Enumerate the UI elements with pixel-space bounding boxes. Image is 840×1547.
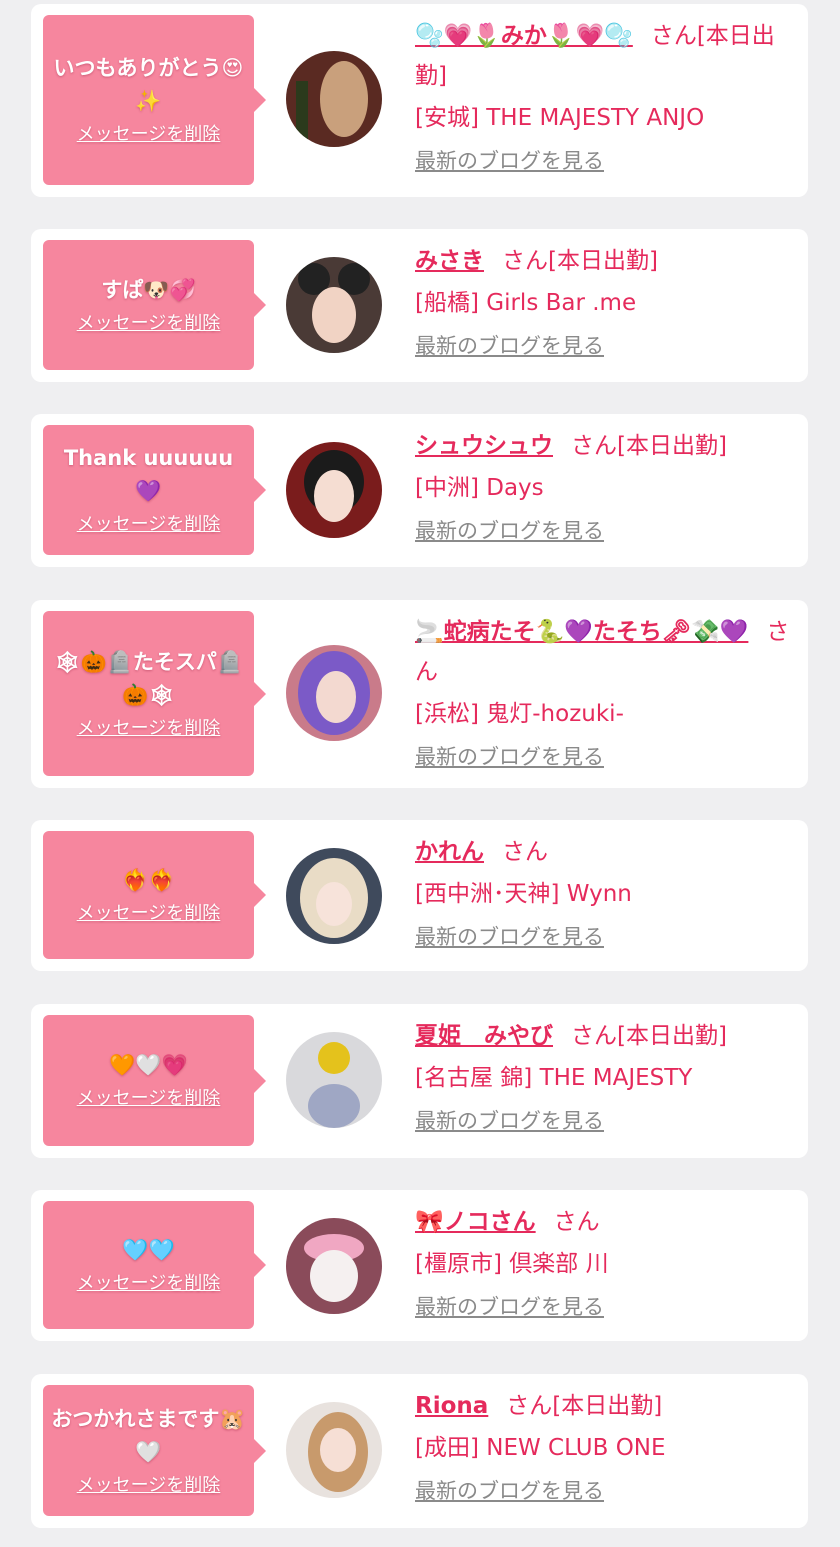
- shop-name: [船橋] Girls Bar .me: [415, 290, 637, 316]
- list-item: ❤️‍🔥❤️‍🔥 メッセージを削除 かれん さん [西中洲･天神] Wynn 最新…: [31, 820, 808, 971]
- latest-blog-link[interactable]: 最新のブログを見る: [415, 742, 604, 772]
- honorific: さん: [571, 433, 617, 459]
- cast-name-link[interactable]: みさき: [415, 248, 484, 274]
- honorific: さん: [506, 1393, 553, 1419]
- message-text: ❤️‍🔥❤️‍🔥: [122, 867, 175, 892]
- honorific: さん: [553, 1209, 600, 1235]
- cast-info: シュウシュウ さん[本日出勤] [中洲] Days 最新のブログを見る: [415, 426, 794, 546]
- message-bubble: すぱ🐶💞 メッセージを削除: [43, 240, 266, 370]
- delete-message-link[interactable]: メッセージを削除: [77, 1271, 221, 1297]
- latest-blog-link[interactable]: 最新のブログを見る: [415, 146, 604, 176]
- latest-blog-link[interactable]: 最新のブログを見る: [415, 1292, 604, 1322]
- cast-info: Riona さん[本日出勤] [成田] NEW CLUB ONE 最新のブログを見…: [415, 1386, 794, 1506]
- message-text: すぱ🐶💞: [101, 277, 196, 302]
- message-bubble: 🧡🤍💗 メッセージを削除: [43, 1015, 266, 1146]
- cast-info: みさき さん[本日出勤] [船橋] Girls Bar .me 最新のブログを見る: [415, 241, 794, 361]
- shop-name: [西中洲･天神] Wynn: [415, 881, 632, 907]
- shop-name: [安城] THE MAJESTY ANJO: [415, 105, 705, 131]
- latest-blog-link[interactable]: 最新のブログを見る: [415, 516, 604, 546]
- delete-message-link[interactable]: メッセージを削除: [77, 716, 221, 742]
- message-text: 🕸🎃🪦たそスパ🪦🎃🕸: [53, 649, 244, 707]
- latest-blog-link[interactable]: 最新のブログを見る: [415, 922, 604, 952]
- shop-name: [名古屋 錦] THE MAJESTY: [415, 1065, 693, 1091]
- latest-blog-link[interactable]: 最新のブログを見る: [415, 1476, 604, 1506]
- cast-info: 🚬蛇病たそ🐍💜たそち🗝💸💜 さん [浜松] 鬼灯-hozuki- 最新のブログを見…: [415, 612, 794, 772]
- cast-name-link[interactable]: かれん: [415, 839, 484, 865]
- message-bubble: おつかれさまです🐹🤍 メッセージを削除: [43, 1385, 266, 1516]
- list-item: おつかれさまです🐹🤍 メッセージを削除 Riona さん[本日出勤] [成田] N…: [31, 1374, 808, 1528]
- avatar[interactable]: [286, 51, 382, 147]
- list-item: すぱ🐶💞 メッセージを削除 みさき さん[本日出勤] [船橋] Girls Bar…: [31, 229, 808, 382]
- attendance-status: [本日出勤]: [617, 1023, 727, 1049]
- honorific: さん: [502, 248, 548, 274]
- cast-info: 🫧💗🌷みか🌷💗🫧 さん[本日出勤] [安城] THE MAJESTY ANJO 最…: [415, 16, 794, 176]
- honorific: さん: [650, 23, 697, 49]
- delete-message-link[interactable]: メッセージを削除: [77, 1086, 221, 1112]
- cast-info: 🎀ノコさん さん [橿原市] 倶楽部 川 最新のブログを見る: [415, 1202, 794, 1322]
- message-text: いつもありがとう😍✨: [53, 56, 244, 113]
- cast-name-link[interactable]: 🫧💗🌷みか🌷💗🫧: [415, 23, 633, 49]
- avatar[interactable]: [286, 1032, 382, 1128]
- message-text: Thank uuuuuu💜: [63, 446, 234, 503]
- message-bubble: 🩵🩵 メッセージを削除: [43, 1201, 266, 1329]
- message-text: 🧡🤍💗: [109, 1053, 188, 1077]
- latest-blog-link[interactable]: 最新のブログを見る: [415, 331, 604, 361]
- delete-message-link[interactable]: メッセージを削除: [77, 311, 221, 337]
- delete-message-link[interactable]: メッセージを削除: [77, 122, 221, 148]
- cast-name-link[interactable]: 🚬蛇病たそ🐍💜たそち🗝💸💜: [415, 619, 748, 645]
- message-bubble: いつもありがとう😍✨ メッセージを削除: [43, 15, 266, 185]
- list-item: 🧡🤍💗 メッセージを削除 夏姫 みやび さん[本日出勤] [名古屋 錦] THE …: [31, 1004, 808, 1158]
- shop-name: [中洲] Days: [415, 475, 544, 501]
- avatar[interactable]: [286, 645, 382, 741]
- message-list: いつもありがとう😍✨ メッセージを削除 🫧💗🌷みか🌷💗🫧 さん[本日出勤] [安城…: [0, 0, 840, 1547]
- list-item: 🩵🩵 メッセージを削除 🎀ノコさん さん [橿原市] 倶楽部 川 最新のブログを見…: [31, 1190, 808, 1341]
- latest-blog-link[interactable]: 最新のブログを見る: [415, 1106, 604, 1136]
- cast-name-link[interactable]: 🎀ノコさん: [415, 1209, 536, 1235]
- message-text: 🩵🩵: [122, 1237, 175, 1262]
- shop-name: [成田] NEW CLUB ONE: [415, 1435, 666, 1461]
- shop-name: [橿原市] 倶楽部 川: [415, 1251, 609, 1277]
- message-bubble: ❤️‍🔥❤️‍🔥 メッセージを削除: [43, 831, 266, 959]
- attendance-status: [本日出勤]: [548, 248, 658, 274]
- delete-message-link[interactable]: メッセージを削除: [77, 512, 221, 538]
- honorific: さん: [571, 1023, 617, 1049]
- cast-info: 夏姫 みやび さん[本日出勤] [名古屋 錦] THE MAJESTY 最新のブロ…: [415, 1016, 794, 1136]
- list-item: いつもありがとう😍✨ メッセージを削除 🫧💗🌷みか🌷💗🫧 さん[本日出勤] [安城…: [31, 4, 808, 197]
- cast-name-link[interactable]: 夏姫 みやび: [415, 1023, 553, 1049]
- delete-message-link[interactable]: メッセージを削除: [77, 1473, 221, 1499]
- cast-name-link[interactable]: Riona: [415, 1393, 488, 1419]
- cast-info: かれん さん [西中洲･天神] Wynn 最新のブログを見る: [415, 832, 794, 952]
- list-item: Thank uuuuuu💜 メッセージを削除 シュウシュウ さん[本日出勤] [中…: [31, 414, 808, 567]
- avatar[interactable]: [286, 257, 382, 353]
- message-text: おつかれさまです🐹🤍: [51, 1406, 246, 1464]
- list-item: 🕸🎃🪦たそスパ🪦🎃🕸 メッセージを削除 🚬蛇病たそ🐍💜たそち🗝💸💜 さん [浜松]…: [31, 600, 808, 788]
- avatar[interactable]: [286, 442, 382, 538]
- message-bubble: 🕸🎃🪦たそスパ🪦🎃🕸 メッセージを削除: [43, 611, 266, 776]
- shop-name: [浜松] 鬼灯-hozuki-: [415, 701, 624, 727]
- message-bubble: Thank uuuuuu💜 メッセージを削除: [43, 425, 266, 555]
- attendance-status: [本日出勤]: [617, 433, 727, 459]
- cast-name-link[interactable]: シュウシュウ: [415, 433, 553, 459]
- honorific: さん: [502, 839, 548, 865]
- delete-message-link[interactable]: メッセージを削除: [77, 901, 221, 927]
- attendance-status: [本日出勤]: [552, 1393, 663, 1419]
- avatar[interactable]: [286, 1402, 382, 1498]
- avatar[interactable]: [286, 1218, 382, 1314]
- avatar[interactable]: [286, 848, 382, 944]
